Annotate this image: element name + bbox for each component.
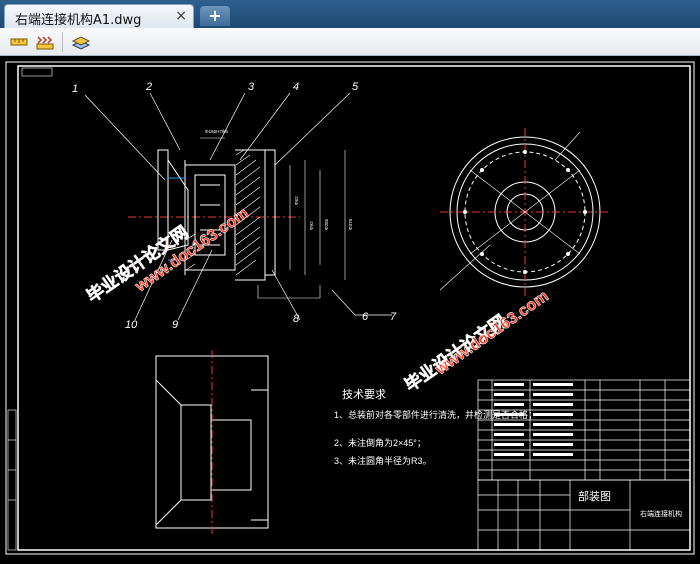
close-icon[interactable]: × (175, 8, 187, 24)
layers-icon[interactable] (70, 31, 92, 53)
leader-label: 8 (293, 313, 300, 325)
svg-text:Φ62: Φ62 (294, 196, 299, 205)
dimension-icon[interactable] (34, 31, 56, 53)
svg-text:Φ370: Φ370 (348, 218, 353, 230)
svg-text:Φ285: Φ285 (324, 218, 329, 230)
leader-label: 10 (125, 319, 138, 331)
leader-label: 7 (390, 311, 397, 323)
tab-title: 右端连接机构A1.dwg (15, 13, 142, 28)
leader-label: 4 (293, 81, 299, 93)
leader-label: 9 (172, 319, 178, 331)
new-tab-button[interactable]: + (200, 6, 230, 26)
tech-requirements-title: 技术要求 (342, 388, 386, 401)
tech-requirement-line: 3、未注圆角半径为R3。 (334, 455, 432, 466)
measure-icon[interactable] (8, 31, 30, 53)
tab-drawing-file[interactable]: 右端连接机构A1.dwg × (4, 4, 194, 28)
title-block-type: 部装图 (578, 489, 611, 503)
leader-label: 2 (145, 81, 152, 93)
tab-bar: 右端连接机构A1.dwg × + (0, 0, 700, 28)
leader-label: 3 (248, 81, 255, 93)
toolbar (0, 28, 700, 56)
cad-drawing: Φ62 Φ92 Φ285 Φ370 Φ160H7/k6 1 2 3 4 5 10… (5, 61, 695, 555)
leader-label: 5 (352, 81, 359, 93)
svg-text:Φ92: Φ92 (309, 221, 314, 230)
leader-label: 6 (362, 311, 369, 323)
toolbar-separator (62, 32, 63, 52)
drawing-canvas[interactable]: Φ62 Φ92 Φ285 Φ370 Φ160H7/k6 1 2 3 4 5 10… (0, 56, 700, 560)
title-block-name: 右端连接机构 (640, 509, 682, 518)
watermark-url: www.doc163.com (432, 288, 552, 379)
leader-label: 1 (72, 83, 78, 95)
tech-requirement-line: 2、未注倒角为2×45°； (334, 437, 426, 448)
